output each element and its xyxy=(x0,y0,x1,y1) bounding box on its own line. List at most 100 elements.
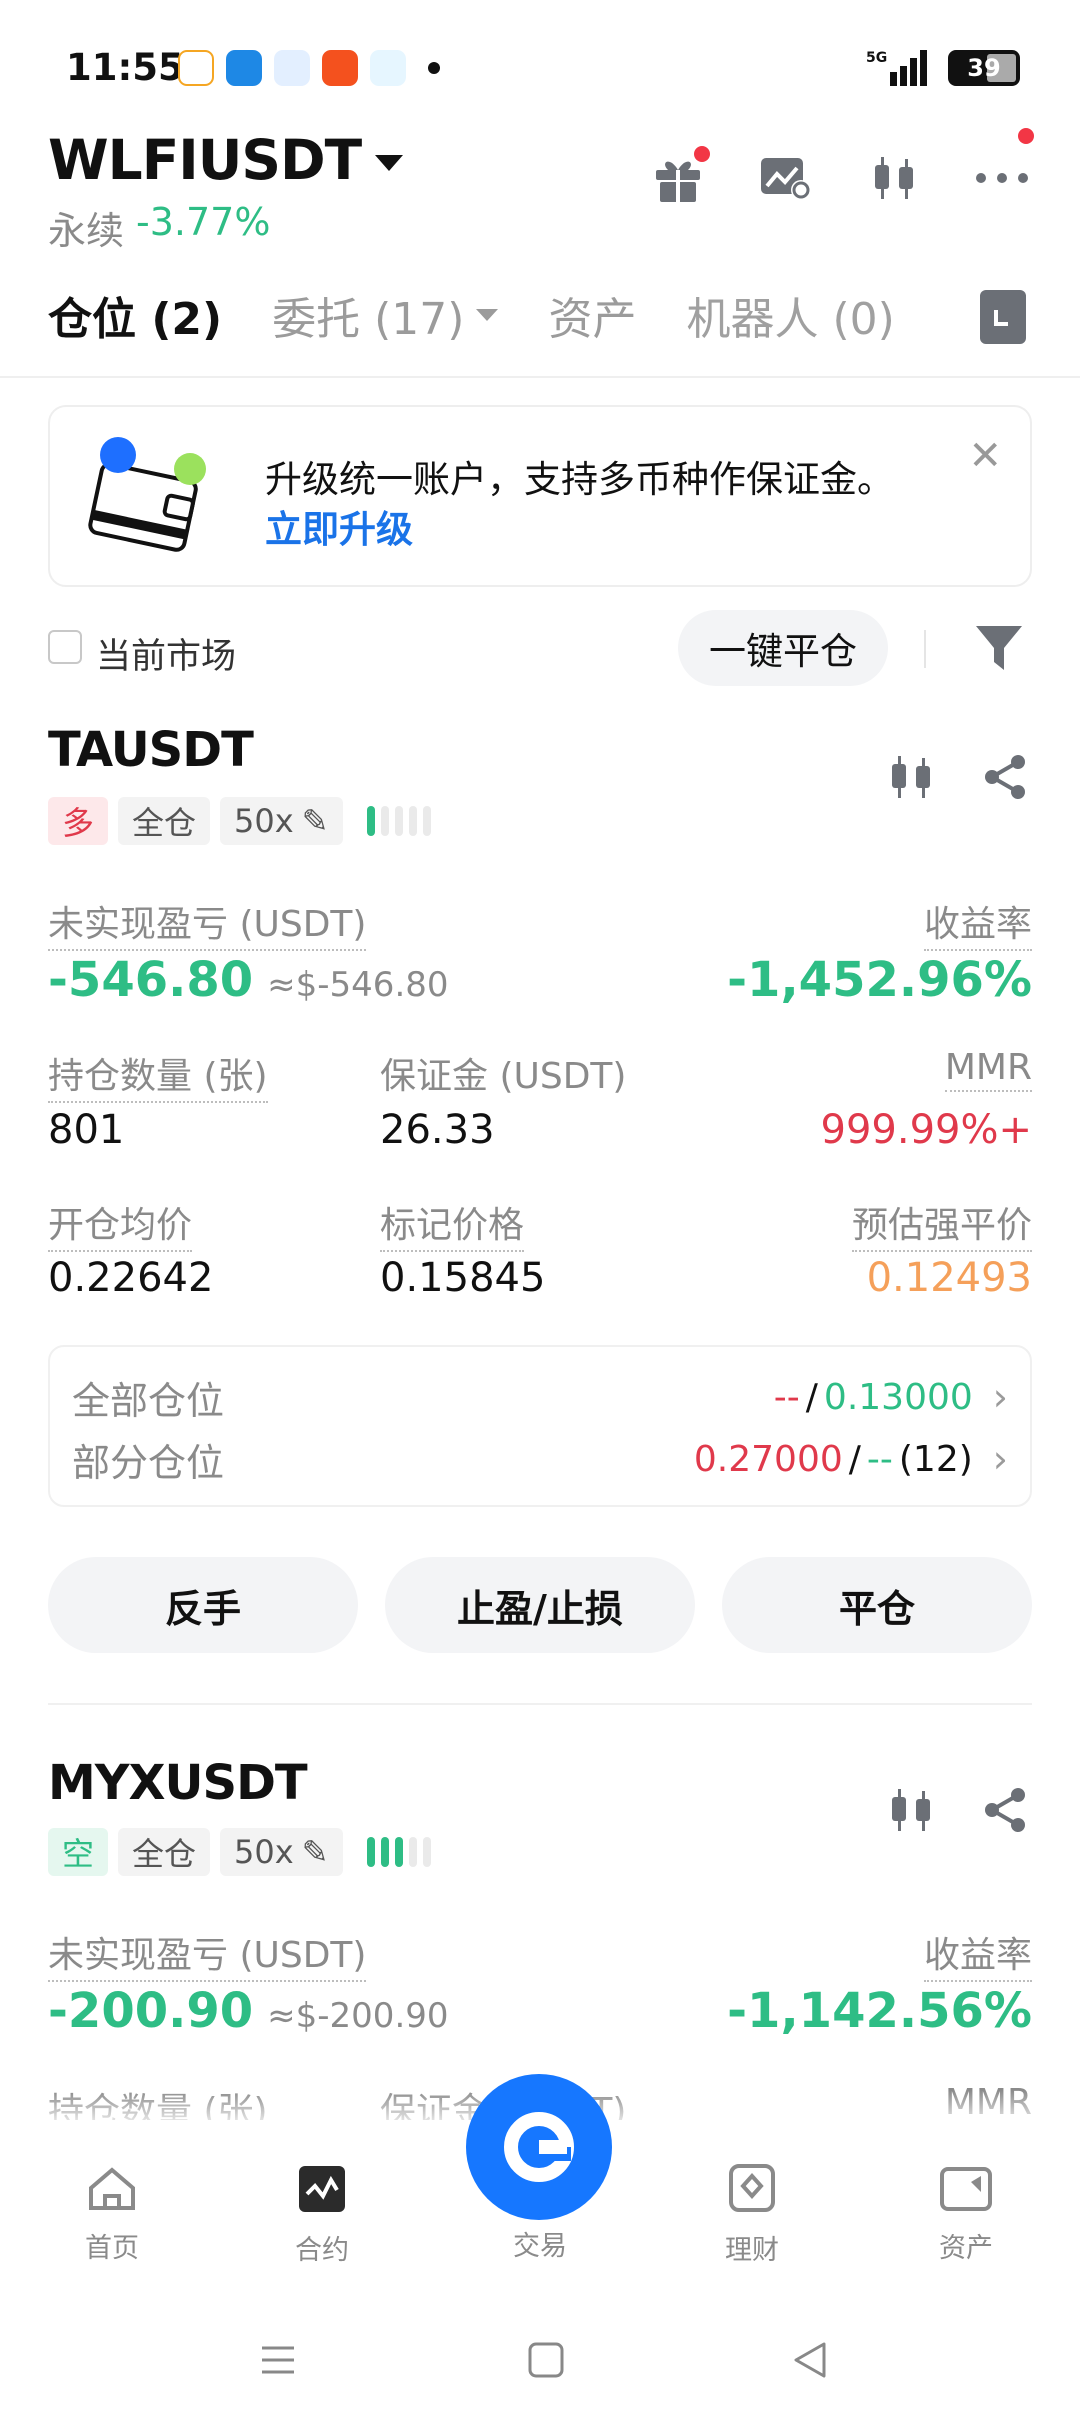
tpsl-button[interactable]: 止盈/止损 xyxy=(385,1557,695,1653)
tab-label: 机器人 (0) xyxy=(686,294,895,345)
header-actions xyxy=(650,128,1034,206)
upgrade-banner[interactable]: 升级统一账户，支持多币种作保证金。 立即升级 ✕ xyxy=(48,405,1032,587)
recent-apps-icon[interactable] xyxy=(258,2340,298,2380)
share-icon[interactable] xyxy=(980,752,1030,802)
candlestick-icon[interactable] xyxy=(866,150,922,206)
back-icon[interactable] xyxy=(790,2340,830,2380)
tab-assets[interactable]: 资产 xyxy=(548,283,636,347)
more-notifications-icon xyxy=(428,62,440,74)
battery-level: 39 xyxy=(967,54,1001,82)
nav-assets[interactable]: 资产 xyxy=(896,2166,1036,2265)
chevron-right-icon: › xyxy=(992,1437,1008,1481)
wallet-icon xyxy=(940,2167,992,2211)
entry-price-value: 0.22642 xyxy=(48,1255,214,1301)
partial-position-value: 0.27000 / -- (12) › xyxy=(693,1437,1008,1481)
tab-orders[interactable]: 委托 (17) xyxy=(272,283,499,347)
full-position-tpsl[interactable]: 全部仓位 -- / 0.13000 › xyxy=(72,1367,1008,1427)
size-label[interactable]: 持仓数量 (张) xyxy=(48,1047,268,1103)
edit-icon: ✎ xyxy=(301,802,329,840)
current-market-label[interactable]: 当前市场 xyxy=(96,628,236,679)
pair-subtitle: 永续 -3.77% xyxy=(48,200,270,255)
tab-bots[interactable]: 机器人 (0) xyxy=(686,283,894,347)
unrealized-pnl-label[interactable]: 未实现盈亏 (USDT) xyxy=(48,1926,367,1982)
nav-label: 首页 xyxy=(85,2233,139,2264)
current-market-checkbox[interactable] xyxy=(48,630,82,664)
position-symbol[interactable]: TAUSDT xyxy=(48,722,254,778)
nav-home[interactable]: 首页 xyxy=(42,2166,182,2265)
home-button-icon[interactable] xyxy=(526,2340,566,2380)
filter-row: 当前市场 一键平仓 xyxy=(48,610,1032,688)
position-symbol[interactable]: MYXUSDT xyxy=(48,1755,308,1811)
chart-settings-icon[interactable] xyxy=(758,150,814,206)
entry-price-label[interactable]: 开仓均价 xyxy=(48,1196,193,1252)
side-badge: 空 xyxy=(48,1828,109,1876)
chevron-down-icon xyxy=(375,155,404,171)
gift-icon[interactable] xyxy=(650,146,710,206)
more-icon[interactable] xyxy=(974,128,1034,206)
roe-label[interactable]: 收益率 xyxy=(923,1926,1032,1982)
home-icon xyxy=(89,2167,135,2210)
tab-label: 委托 (17) xyxy=(272,294,465,345)
divider xyxy=(48,1703,1032,1705)
signal-icon: 5G xyxy=(866,50,927,86)
unrealized-pnl-value: -546.80 ≈$-546.80 xyxy=(48,952,449,1008)
leverage-value: 50x xyxy=(234,1833,294,1871)
status-bar: 11:55 5G 39 xyxy=(0,0,1080,130)
system-navigation xyxy=(0,2300,1080,2412)
position-actions-row: 反手 止盈/止损 平仓 xyxy=(48,1557,1032,1653)
candlestick-icon[interactable] xyxy=(886,752,936,802)
mark-price-label[interactable]: 标记价格 xyxy=(380,1196,525,1252)
futures-icon xyxy=(299,2166,345,2212)
nav-futures[interactable]: 合约 xyxy=(252,2164,392,2267)
position-actions xyxy=(886,752,1030,802)
unrealized-pnl-label[interactable]: 未实现盈亏 (USDT) xyxy=(48,895,367,951)
app-blue-icon xyxy=(226,50,262,86)
edit-icon: ✎ xyxy=(301,1833,329,1871)
nav-earn[interactable]: 理财 xyxy=(682,2162,822,2267)
leverage-badge[interactable]: 50x ✎ xyxy=(220,1828,343,1876)
history-document-icon[interactable] xyxy=(980,290,1026,344)
price-change: -3.77% xyxy=(136,200,271,244)
tab-label: 仓位 (2) xyxy=(48,294,223,345)
nav-label: 合约 xyxy=(295,2235,349,2266)
battery-icon: 39 xyxy=(948,50,1020,86)
unrealized-pnl-value: -200.90 ≈$-200.90 xyxy=(48,1983,449,2039)
close-icon[interactable]: ✕ xyxy=(968,433,1002,479)
full-position-label: 全部仓位 xyxy=(72,1378,225,1423)
chevron-right-icon: › xyxy=(992,1375,1008,1419)
margin-value: 26.33 xyxy=(380,1107,495,1153)
partial-position-label: 部分仓位 xyxy=(72,1440,225,1485)
partial-position-tpsl[interactable]: 部分仓位 0.27000 / -- (12) › xyxy=(72,1429,1008,1489)
close-position-button[interactable]: 平仓 xyxy=(722,1557,1032,1653)
filter-icon[interactable] xyxy=(974,622,1024,674)
order-count: (12) xyxy=(898,1438,973,1480)
take-profit-value: 0.27000 xyxy=(693,1438,843,1480)
reverse-button[interactable]: 反手 xyxy=(48,1557,358,1653)
margin-label: 保证金 (USDT) xyxy=(380,1056,627,1097)
nav-trade[interactable]: 交易 xyxy=(470,2224,610,2263)
position-tags: 多 全仓 50x ✎ xyxy=(48,797,431,845)
leverage-badge[interactable]: 50x ✎ xyxy=(220,797,343,845)
app-58-icon xyxy=(178,50,214,86)
position-tabs: 仓位 (2) 委托 (17) 资产 机器人 (0) xyxy=(48,280,895,350)
liq-price-label[interactable]: 预估强平价 xyxy=(851,1196,1032,1252)
upgrade-link[interactable]: 立即升级 xyxy=(265,499,413,553)
liq-price-value: 0.12493 xyxy=(866,1255,1032,1301)
tab-positions[interactable]: 仓位 (2) xyxy=(48,283,222,347)
roe-value: -1,452.96% xyxy=(727,952,1032,1008)
share-icon[interactable] xyxy=(980,1785,1030,1835)
pair-selector[interactable]: WLFIUSDT xyxy=(48,128,404,192)
trade-logo-icon xyxy=(504,2112,574,2182)
status-time: 11:55 xyxy=(66,46,184,89)
mmr-label[interactable]: MMR xyxy=(944,1047,1032,1092)
mark-price-value: 0.15845 xyxy=(380,1255,546,1301)
notification-dot xyxy=(1018,128,1034,144)
pnl-value: -200.90 xyxy=(48,1983,254,2039)
trade-fab-button[interactable] xyxy=(466,2074,612,2220)
roe-label[interactable]: 收益率 xyxy=(923,895,1032,951)
candlestick-icon[interactable] xyxy=(886,1785,936,1835)
margin-mode-badge: 全仓 xyxy=(118,797,211,845)
close-all-button[interactable]: 一键平仓 xyxy=(678,610,888,686)
banner-message: 升级统一账户，支持多币种作保证金。 xyxy=(265,458,894,501)
earn-icon xyxy=(729,2164,775,2212)
